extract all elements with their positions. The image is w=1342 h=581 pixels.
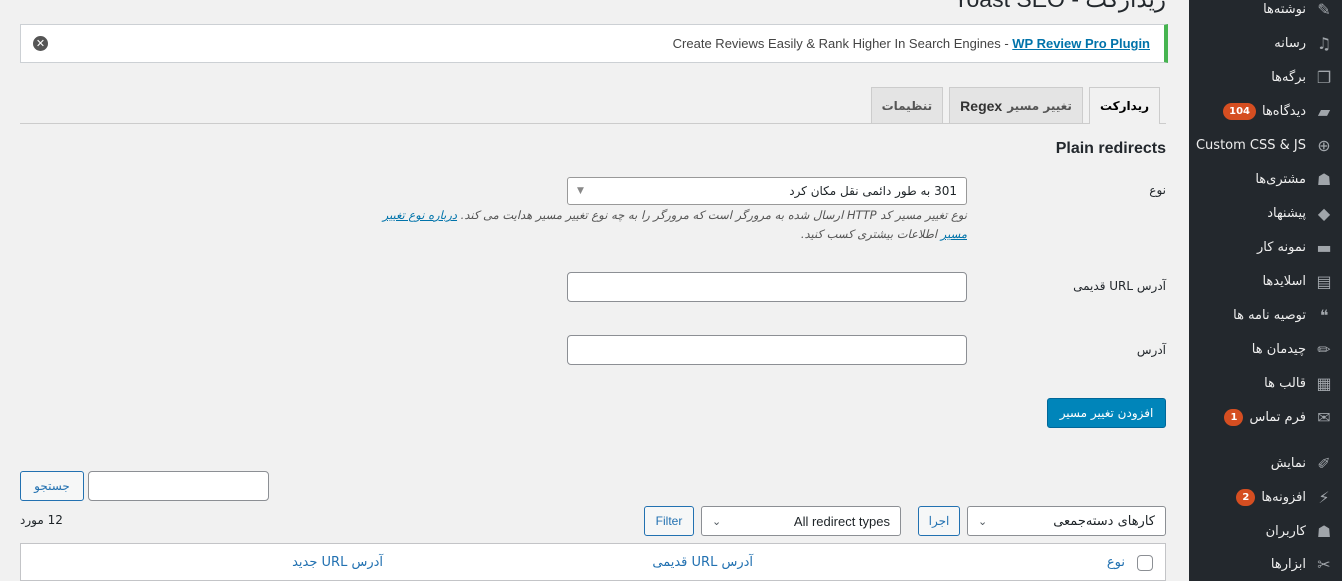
search-input[interactable]: [88, 471, 269, 501]
page-title: ریدارکت - Yoast SEO: [953, 0, 1166, 13]
sidebar-item-label: برگه‌ها: [1271, 69, 1306, 85]
sidebar-item-plus-circle[interactable]: ⊕ Custom CSS & JS: [1189, 128, 1342, 162]
notice-link[interactable]: WP Review Pro Plugin: [1012, 36, 1150, 51]
users-icon: ☗: [1316, 521, 1332, 541]
sidebar-item-label: توصیه نامه ها: [1233, 307, 1306, 323]
sidebar-item-plugin[interactable]: ⚡ افزونه‌ها 2: [1189, 480, 1342, 514]
select-value: کارهای دسته‌جمعی: [1053, 513, 1155, 529]
table-header: نوع آدرس URL قدیمی آدرس URL جدید: [20, 543, 1166, 581]
tab-label: ریدارکت: [1099, 99, 1149, 113]
sidebar-item-mail[interactable]: ✉ فرم تماس 1: [1189, 400, 1342, 434]
url-label: آدرس: [1136, 343, 1166, 357]
select-value: All redirect types: [793, 513, 890, 529]
sidebar-item-label: نمونه کار: [1257, 239, 1306, 255]
sidebar-item-comments[interactable]: ▰ دیدگاه‌ها 104: [1189, 94, 1342, 128]
sidebar-item-label: دیدگاه‌ها: [1261, 103, 1306, 119]
select-value: 301 به طور دائمی نقل مکان کرد: [789, 184, 957, 198]
sidebar-item-media[interactable]: ♫ رسانه: [1189, 26, 1342, 60]
sidebar-item-label: Custom CSS & JS: [1195, 137, 1306, 153]
old-url-input[interactable]: [567, 272, 967, 302]
redirect-type-filter[interactable]: All redirect types ⌄: [701, 506, 901, 536]
chevron-down-icon: ⌄: [978, 514, 988, 528]
sidebar-item-label: فرم تماس: [1249, 409, 1306, 425]
old-url-label: آدرس URL قدیمی: [1073, 279, 1166, 293]
tab-label: تنظیمات: [881, 98, 933, 113]
plugin-icon: ⚡: [1318, 487, 1330, 507]
sidebar-item-label: نوشته‌ها: [1263, 1, 1306, 17]
help-text-part: اطلاعات بیشتری کسب کنید.: [800, 227, 941, 241]
tag-icon: ◆: [1317, 203, 1331, 223]
add-redirect-button[interactable]: افزودن تغییر مسیر: [1047, 398, 1166, 428]
apply-button[interactable]: اجرا: [918, 506, 960, 536]
plus-circle-icon: ⊕: [1317, 135, 1331, 155]
sidebar-item-label: افزونه‌ها: [1261, 489, 1306, 505]
sidebar-item-users[interactable]: ☗ کاربران: [1189, 514, 1342, 548]
sidebar-item-label: اسلایدها: [1262, 273, 1306, 289]
comments-icon: ▰: [1317, 101, 1331, 121]
items-count: 12 مورد: [20, 513, 63, 527]
sidebar-item-tag[interactable]: ◆ پیشنهاد: [1189, 196, 1342, 230]
count-badge: 104: [1223, 102, 1256, 120]
sidebar-item-label: کاربران: [1265, 523, 1306, 539]
count-badge: 2: [1236, 488, 1256, 506]
section-title: Plain redirects: [1055, 140, 1166, 157]
url-input[interactable]: [567, 335, 967, 365]
chevron-down-icon: ⌄: [712, 515, 722, 528]
sidebar-item-user[interactable]: ☗ مشتری‌ها: [1189, 162, 1342, 196]
slides-icon: ▤: [1316, 271, 1332, 291]
sidebar-item-quote[interactable]: ❝ توصیه نامه ها: [1189, 298, 1342, 332]
admin-sidebar: ✎ نوشته‌ها ♫ رسانه ❐ برگه‌ها ▰ دیدگاه‌ها 104 ⊕ Cus…: [1189, 0, 1342, 581]
sidebar-item-wrench[interactable]: ✂ ابزارها: [1189, 547, 1342, 581]
sidebar-item-folder[interactable]: ▬ نمونه کار: [1189, 230, 1342, 264]
tab-label: تغییر مسیر: [1007, 98, 1072, 113]
sidebar-item-label: قالب ها: [1264, 375, 1306, 391]
user-icon: ☗: [1316, 169, 1332, 189]
brush-icon: ✐: [1317, 453, 1331, 473]
pencil-icon: ✏: [1317, 339, 1331, 359]
sidebar-item-pin[interactable]: ✎ نوشته‌ها: [1189, 0, 1342, 26]
notice-message: Create Reviews Easily & Rank Higher In S…: [672, 36, 1013, 51]
select-all-checkbox[interactable]: [1137, 555, 1153, 571]
sidebar-item-label: نمایش: [1270, 455, 1306, 471]
sidebar-item-pages[interactable]: ❐ برگه‌ها: [1189, 60, 1342, 94]
tab-bar: ریدارکت تغییر مسیر Regex تنظیمات: [20, 87, 1166, 124]
promo-notice: ✕ Create Reviews Easily & Rank Higher In…: [20, 24, 1168, 63]
help-text-part: نوع تغییر مسیر کد HTTP ارسال شده به مرور…: [457, 208, 967, 222]
mail-icon: ✉: [1317, 407, 1331, 427]
dismiss-icon[interactable]: ✕: [33, 36, 48, 51]
filter-button[interactable]: Filter: [644, 506, 694, 536]
help-text: نوع تغییر مسیر کد HTTP ارسال شده به مرور…: [360, 206, 967, 244]
sidebar-item-layout[interactable]: ▦ قالب ها: [1189, 366, 1342, 400]
column-type[interactable]: نوع: [1107, 555, 1125, 570]
tab-settings[interactable]: تنظیمات: [870, 87, 944, 123]
pin-icon: ✎: [1317, 0, 1331, 19]
search-button[interactable]: جستجو: [20, 471, 84, 501]
sidebar-item-label: رسانه: [1274, 35, 1306, 51]
column-new-url[interactable]: آدرس URL جدید: [292, 555, 383, 570]
sidebar-item-label: ابزارها: [1270, 556, 1306, 572]
tab-label-suffix: Regex: [960, 97, 1003, 114]
sidebar-item-label: پیشنهاد: [1267, 205, 1306, 221]
folder-icon: ▬: [1316, 237, 1332, 257]
media-icon: ♫: [1316, 33, 1332, 53]
column-old-url[interactable]: آدرس URL قدیمی: [652, 555, 753, 570]
sidebar-item-brush[interactable]: ✐ نمایش: [1189, 446, 1342, 480]
quote-icon: ❝: [1319, 305, 1329, 325]
wrench-icon: ✂: [1317, 554, 1331, 574]
sidebar-item-label: مشتری‌ها: [1255, 171, 1306, 187]
sidebar-item-slides[interactable]: ▤ اسلایدها: [1189, 264, 1342, 298]
notice-text: Create Reviews Easily & Rank Higher In S…: [673, 36, 1150, 51]
tab-redirects[interactable]: ریدارکت: [1088, 87, 1160, 124]
bulk-actions-select[interactable]: کارهای دسته‌جمعی ⌄: [967, 506, 1166, 536]
sidebar-item-pencil[interactable]: ✏ چیدمان ها: [1189, 332, 1342, 366]
tab-regex-redirects[interactable]: تغییر مسیر Regex: [949, 87, 1083, 123]
sidebar-item-label: چیدمان ها: [1251, 341, 1306, 357]
redirect-type-select[interactable]: 301 به طور دائمی نقل مکان کرد ▼: [567, 177, 967, 205]
pages-icon: ❐: [1316, 67, 1332, 87]
count-badge: 1: [1224, 408, 1244, 426]
type-label: نوع: [1149, 183, 1166, 197]
dropdown-arrow-icon: ▼: [577, 186, 584, 196]
layout-icon: ▦: [1316, 373, 1332, 393]
